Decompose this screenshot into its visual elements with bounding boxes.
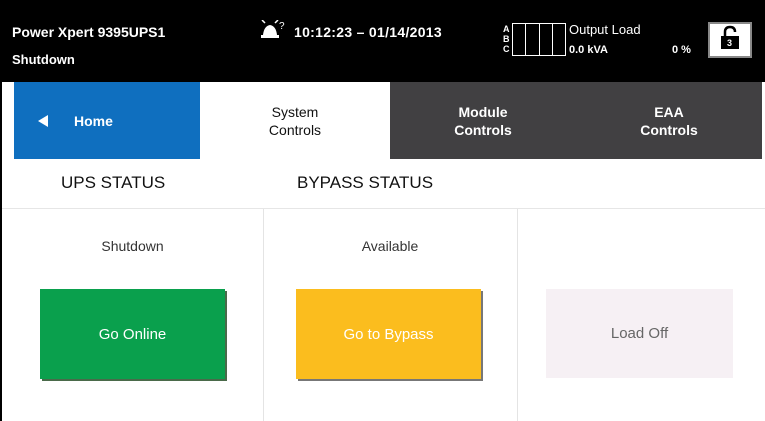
- phase-a-label: A: [503, 24, 510, 34]
- go-online-button[interactable]: Go Online: [40, 289, 225, 379]
- device-name: Power Xpert 9395UPS1: [12, 24, 166, 40]
- controls-area: Shutdown Available Go Online Go to Bypas…: [2, 209, 765, 421]
- phase-b-label: B: [503, 34, 510, 44]
- tab-bar: Home System Controls Module Controls EAA…: [2, 82, 765, 159]
- load-bar: [526, 24, 540, 55]
- tab-eaa-controls[interactable]: EAA Controls: [576, 82, 762, 159]
- lock-level: 3: [727, 38, 732, 48]
- top-status-bar: Power Xpert 9395UPS1 Shutdown ? 10:12:23…: [2, 2, 765, 82]
- load-bar: [553, 24, 565, 55]
- output-load-label: Output Load: [569, 22, 641, 37]
- tab-eaa-controls-label: EAA Controls: [640, 103, 698, 138]
- tab-home-label: Home: [74, 112, 113, 129]
- phase-load-bars: [512, 23, 566, 56]
- alarm-bell-icon[interactable]: ?: [260, 19, 286, 42]
- load-bar: [513, 24, 527, 55]
- column-divider: [517, 209, 518, 421]
- tab-home[interactable]: Home: [14, 82, 200, 159]
- device-state: Shutdown: [12, 52, 75, 67]
- ups-state-label: Shutdown: [101, 238, 164, 254]
- go-to-bypass-button[interactable]: Go to Bypass: [296, 289, 481, 379]
- phase-c-label: C: [503, 44, 510, 54]
- ups-status-heading: UPS STATUS: [61, 173, 166, 192]
- tab-module-controls-label: Module Controls: [454, 103, 512, 138]
- load-bar: [540, 24, 553, 55]
- bypass-state-label: Available: [361, 238, 419, 254]
- output-percent: 0 %: [672, 44, 691, 56]
- load-off-button[interactable]: Load Off: [546, 289, 733, 378]
- bypass-status-heading: BYPASS STATUS: [297, 173, 434, 192]
- tab-system-controls[interactable]: System Controls: [200, 82, 390, 159]
- phase-labels: A B C: [503, 24, 510, 54]
- date-time: 10:12:23 – 01/14/2013: [294, 24, 442, 40]
- tab-system-controls-label: System Controls: [268, 103, 322, 138]
- output-kva: 0.0 kVA: [569, 44, 608, 56]
- back-arrow-icon: [38, 114, 48, 127]
- ups-panel: Power Xpert 9395UPS1 Shutdown ? 10:12:23…: [0, 0, 765, 421]
- alarm-badge: ?: [279, 21, 285, 32]
- unlocked-padlock-icon: 3: [719, 25, 741, 56]
- tab-module-controls[interactable]: Module Controls: [390, 82, 576, 159]
- status-headings: UPS STATUS BYPASS STATUS: [2, 159, 765, 209]
- lock-button[interactable]: 3: [708, 22, 752, 58]
